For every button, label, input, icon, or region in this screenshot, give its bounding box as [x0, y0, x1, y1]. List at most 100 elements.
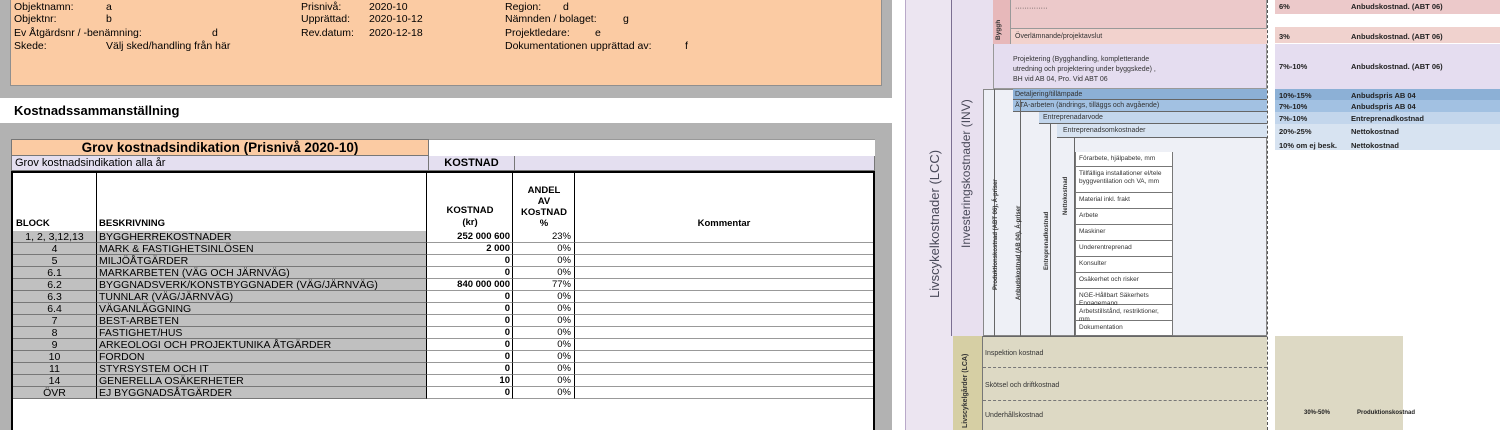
comment-cell[interactable] [575, 267, 873, 279]
percent-cell: 77% [513, 279, 575, 291]
percent-cell: 0% [513, 315, 575, 327]
table-row: 6.3 TUNNLAR (VÄG/JÄRNVÄG) 0 0% [13, 291, 873, 303]
region-value[interactable]: d [563, 1, 569, 13]
region-label: Region: [505, 1, 542, 13]
net-item-label: Förarbete, hjälpabete, mm [1079, 155, 1156, 162]
kostnad-header-filler [515, 156, 875, 171]
block-cell: 10 [13, 351, 97, 363]
item-overlamnande: Överlämnande/projektavslut [1015, 33, 1103, 40]
lcc-vlabel: Livscykelkostnader (LCC) [927, 149, 942, 298]
comment-cell[interactable] [575, 255, 873, 267]
col-cost-label: KOSTNAD (kr) [446, 205, 494, 228]
revdatum-value[interactable]: 2020-12-18 [369, 27, 423, 39]
cost-cell[interactable]: 252 000 600 [427, 231, 513, 243]
cost-cell[interactable]: 0 [427, 351, 513, 363]
col-block-label: BLOCK [16, 218, 50, 229]
comment-cell[interactable] [575, 375, 873, 387]
namnden-value[interactable]: g [623, 13, 629, 25]
block-cell: 7 [13, 315, 97, 327]
cost-cell[interactable]: 840 000 000 [427, 279, 513, 291]
comment-cell[interactable] [575, 351, 873, 363]
item-skotsel: Skötsel och driftkostnad [985, 382, 1060, 389]
table-row: 4 MARK & FASTIGHETSINLÖSEN 2 000 0% [13, 243, 873, 255]
pct-label: Nettokostnad [1351, 127, 1399, 136]
description-cell: MILJÖÅTGÄRDER [97, 255, 427, 267]
lca-vlabel: Livscykelgårder (LCA) [962, 353, 969, 428]
pct-value: 10% om ej besk. [1279, 141, 1337, 150]
table-title-filler [429, 139, 875, 156]
field-region: Region: d [505, 1, 569, 13]
col-desc-header: BESKRIVNING [97, 173, 427, 231]
comment-cell[interactable] [575, 291, 873, 303]
comment-cell[interactable] [575, 279, 873, 291]
upprattad-value[interactable]: 2020-10-12 [369, 13, 423, 25]
byggh-vlabel: Byggh [995, 19, 1002, 40]
percent-cell: 0% [513, 363, 575, 375]
cost-cell[interactable]: 0 [427, 303, 513, 315]
net-item-label: Underentreprenad [1079, 244, 1132, 251]
pct-label: Anbudspris AB 04 [1351, 102, 1416, 111]
cost-cell[interactable]: 0 [427, 291, 513, 303]
objektnr-value[interactable]: b [106, 13, 112, 25]
percent-cell: 0% [513, 267, 575, 279]
description-cell: BEST-ARBETEN [97, 315, 427, 327]
block-cell: 8 [13, 327, 97, 339]
netto-label-box [1057, 138, 1075, 336]
summary-title: Kostnadssammanställning [14, 103, 180, 118]
description-cell: ARKEOLOGI OCH PROJEKTUNIKA ÅTGÄRDER [97, 339, 427, 351]
cost-cell[interactable]: 0 [427, 339, 513, 351]
skede-value[interactable]: Välj sked/handling från här [106, 40, 230, 52]
pct-label: Entreprenadkostnad [1351, 114, 1424, 123]
atgardsnr-value[interactable]: d [212, 27, 218, 39]
cost-cell[interactable]: 0 [427, 327, 513, 339]
table-row: 6.2 BYGGNADSVERK/KONSTBYGGNADER (VÄG/JÄRN… [13, 279, 873, 291]
objektnamn-value[interactable]: a [106, 1, 112, 13]
item-omkostnader: Entreprenadsomkostnader [1063, 127, 1146, 134]
percent-cell: 23% [513, 231, 575, 243]
netto-vlabel: Nettokostnad [1063, 176, 1069, 215]
cost-cell[interactable]: 0 [427, 255, 513, 267]
field-dokumentation: Dokumentationen upprättad av: f [505, 40, 688, 52]
description-cell: VÄGANLÄGGNING [97, 303, 427, 315]
item-underhall: Underhållskostnad [985, 412, 1043, 419]
block-cell: 11 [13, 363, 97, 375]
cost-cell[interactable]: 0 [427, 315, 513, 327]
pct-value: 20%-25% [1279, 127, 1312, 136]
prisniva-value[interactable]: 2020-10 [369, 1, 408, 13]
col-desc-label: BESKRIVNING [99, 218, 165, 229]
upprattad-label: Upprättad: [301, 13, 351, 25]
table-row: 14 GENERELLA OSÄKERHETER 10 0% [13, 375, 873, 387]
pct-label: Anbudskostnad. (ABT 06) [1351, 62, 1443, 71]
comment-cell[interactable] [575, 243, 873, 255]
col-cost-header: KOSTNAD (kr) [427, 173, 513, 231]
percent-cell: 0% [513, 351, 575, 363]
cost-cell[interactable]: 10 [427, 375, 513, 387]
objektnamn-label: Objektnamn: [14, 1, 74, 13]
comment-cell[interactable] [575, 387, 873, 399]
comment-cell[interactable] [575, 363, 873, 375]
block-cell: 6.4 [13, 303, 97, 315]
comment-cell[interactable] [575, 231, 873, 243]
pct-value: 7%-10% [1279, 102, 1308, 111]
pct-label: Produktionskostnad [1357, 410, 1416, 416]
anbud-vlabel: Anbudskostnad (AB 04), Á-priser [1016, 205, 1022, 300]
comment-cell[interactable] [575, 303, 873, 315]
project-info-box: Objektnamn: a Objektnr: b Ev Åtgärdsnr /… [10, 0, 882, 86]
table-row: 11 STYRSYSTEM OCH IT 0 0% [13, 363, 873, 375]
description-cell: EJ BYGGNADSÅTGÄRDER [97, 387, 427, 399]
namnden-label: Nämnden / bolaget: [505, 13, 597, 25]
cost-sheet: Objektnamn: a Objektnr: b Ev Åtgärdsnr /… [0, 0, 892, 430]
cost-cell[interactable]: 2 000 [427, 243, 513, 255]
description-cell: STYRSYSTEM OCH IT [97, 363, 427, 375]
block-cell: ÖVR [13, 387, 97, 399]
dokumentation-value[interactable]: f [685, 40, 688, 52]
projektledare-value[interactable]: e [595, 27, 601, 39]
cost-cell[interactable]: 0 [427, 267, 513, 279]
field-objektnr: Objektnr: b [14, 13, 112, 25]
comment-cell[interactable] [575, 339, 873, 351]
comment-cell[interactable] [575, 315, 873, 327]
field-projektledare: Projektledare: e [505, 27, 601, 39]
cost-cell[interactable]: 0 [427, 387, 513, 399]
comment-cell[interactable] [575, 327, 873, 339]
cost-cell[interactable]: 0 [427, 363, 513, 375]
